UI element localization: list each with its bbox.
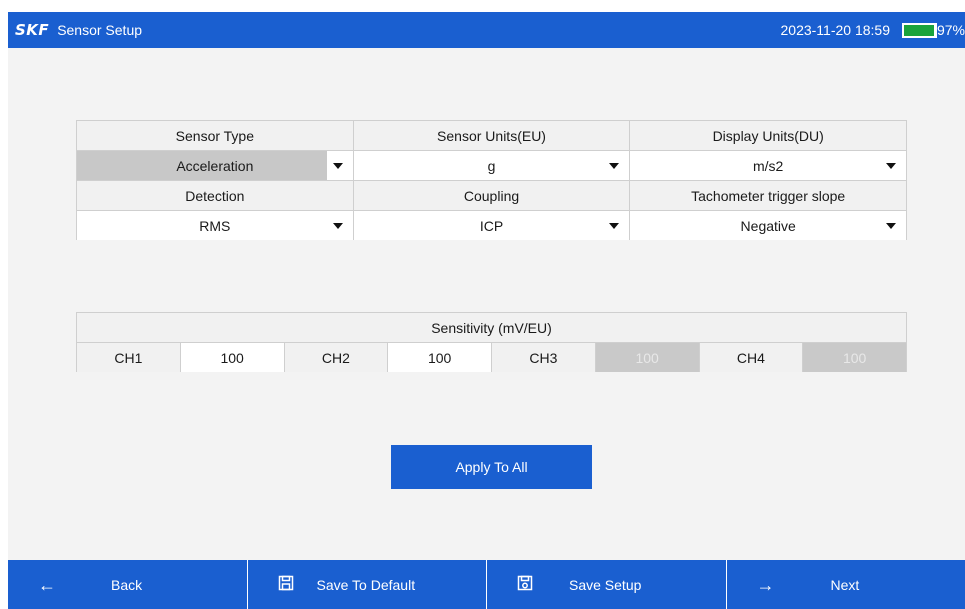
ch3-input: 100 (595, 342, 700, 372)
datetime: 2023-11-20 18:59 (780, 22, 891, 38)
ch2-input[interactable]: 100 (388, 342, 492, 372)
ch1-label: CH1 (77, 342, 181, 372)
battery-icon (902, 23, 937, 38)
ch2-label: CH2 (284, 342, 389, 372)
next-label: Next (830, 576, 860, 593)
ch1-input[interactable]: 100 (180, 342, 285, 372)
arrow-right-icon: → (756, 574, 775, 595)
save-icon (278, 575, 294, 594)
coupling-header: Coupling (353, 180, 631, 210)
skf-logo: SKF (15, 21, 50, 39)
detection-value: RMS (199, 217, 231, 234)
ch3-label: CH3 (492, 342, 596, 372)
footer-toolbar: ← Back Save To Default Save Setup → Next (8, 560, 965, 609)
battery-percent: 97% (936, 22, 965, 38)
save-setup-button[interactable]: Save Setup (487, 560, 727, 609)
chevron-down-icon (609, 223, 620, 229)
ch4-label: CH4 (699, 342, 804, 372)
sensitivity-title: Sensitivity (mV/EU) (77, 312, 907, 342)
arrow-left-icon: ← (38, 574, 56, 595)
chevron-down-icon (609, 163, 620, 169)
page-title: Sensor Setup (57, 22, 143, 38)
save-to-default-button[interactable]: Save To Default (248, 560, 487, 609)
tachometer-slope-value: Negative (740, 217, 796, 234)
sensor-type-header: Sensor Type (77, 120, 354, 150)
sensor-settings-table: Sensor Type Sensor Units(EU) Display Uni… (76, 120, 908, 240)
ch4-input: 100 (803, 342, 907, 372)
title-bar: SKF Sensor Setup 2023-11-20 18:59 97% (8, 12, 965, 48)
tachometer-slope-header: Tachometer trigger slope (630, 180, 908, 210)
sensitivity-table: Sensitivity (mV/EU) CH1 100 CH2 100 CH3 … (76, 312, 907, 372)
save-setup-label: Save Setup (569, 576, 642, 593)
sensor-units-select[interactable]: g (353, 150, 631, 180)
coupling-select[interactable]: ICP (353, 210, 631, 240)
chevron-down-icon (332, 223, 343, 229)
sensor-units-value: g (487, 157, 496, 174)
apply-to-all-button[interactable]: Apply To All (391, 445, 592, 489)
back-label: Back (111, 576, 143, 593)
chevron-down-icon (332, 163, 343, 169)
back-button[interactable]: ← Back (8, 560, 248, 609)
sensor-type-value: Acceleration (176, 157, 254, 174)
save-setup-icon (517, 575, 533, 594)
next-button[interactable]: → Next (727, 560, 965, 609)
chevron-down-icon (886, 163, 897, 169)
coupling-value: ICP (479, 217, 504, 234)
detection-select[interactable]: RMS (77, 210, 354, 240)
app-background (8, 12, 965, 609)
display-units-header: Display Units(DU) (630, 120, 908, 150)
detection-header: Detection (77, 180, 354, 210)
tachometer-slope-select[interactable]: Negative (630, 210, 908, 240)
display-units-value: m/s2 (753, 157, 784, 174)
display-units-select[interactable]: m/s2 (630, 150, 908, 180)
sensor-type-select[interactable]: Acceleration (77, 150, 354, 180)
sensor-units-header: Sensor Units(EU) (353, 120, 631, 150)
save-to-default-label: Save To Default (316, 576, 416, 593)
chevron-down-icon (886, 223, 897, 229)
